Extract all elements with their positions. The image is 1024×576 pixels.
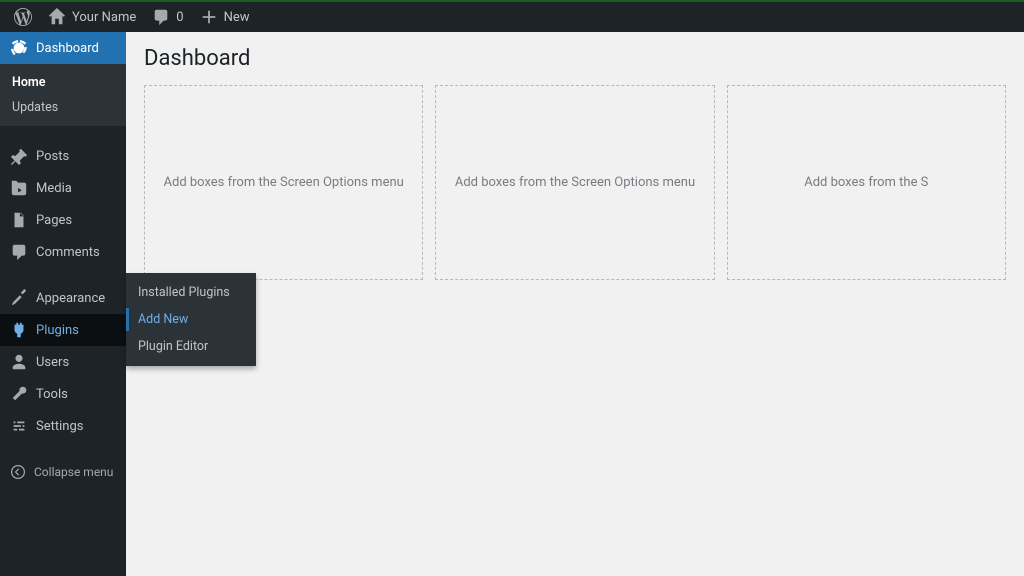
menu-appearance[interactable]: Appearance (0, 282, 126, 314)
admin-toolbar: Your Name 0 New (0, 0, 1024, 32)
comments-link[interactable]: 0 (144, 2, 191, 32)
menu-comments[interactable]: Comments (0, 236, 126, 268)
brush-icon (10, 289, 28, 307)
top-accent-bar (0, 0, 1024, 2)
menu-dashboard[interactable]: Dashboard (0, 32, 126, 64)
media-icon (10, 179, 28, 197)
dashboard-icon (10, 39, 28, 57)
comments-count: 0 (176, 10, 183, 25)
placeholder-hint: Add boxes from the Screen Options menu (455, 175, 695, 190)
flyout-plugin-editor[interactable]: Plugin Editor (126, 333, 256, 360)
comment-icon (152, 8, 170, 26)
user-icon (10, 353, 28, 371)
flyout-installed-plugins[interactable]: Installed Plugins (126, 279, 256, 306)
empty-widget-placeholder: Add boxes from the Screen Options menu (435, 85, 714, 280)
wp-logo-menu[interactable] (6, 2, 40, 32)
menu-plugins[interactable]: Plugins (0, 314, 126, 346)
wrench-icon (10, 385, 28, 403)
page-title: Dashboard (144, 46, 1006, 71)
submenu-updates[interactable]: Updates (0, 95, 126, 120)
menu-tools[interactable]: Tools (0, 378, 126, 410)
menu-posts[interactable]: Posts (0, 140, 126, 172)
admin-sidebar: Dashboard Home Updates Posts Media Pages… (0, 32, 126, 576)
submenu-dashboard: Home Updates (0, 64, 126, 126)
page-icon (10, 211, 28, 229)
new-content-link[interactable]: New (192, 2, 258, 32)
menu-posts-label: Posts (36, 149, 69, 164)
plugin-icon (10, 321, 28, 339)
menu-separator (0, 268, 126, 282)
submenu-home[interactable]: Home (0, 70, 126, 95)
menu-settings[interactable]: Settings (0, 410, 126, 442)
empty-widget-placeholder: Add boxes from the Screen Options menu (144, 85, 423, 280)
site-link[interactable]: Your Name (40, 2, 144, 32)
menu-appearance-label: Appearance (36, 291, 105, 306)
menu-settings-label: Settings (36, 419, 83, 434)
wordpress-icon (14, 8, 32, 26)
collapse-label: Collapse menu (34, 465, 113, 479)
sliders-icon (10, 417, 28, 435)
menu-media-label: Media (36, 181, 72, 196)
plugins-flyout: Installed Plugins Add New Plugin Editor (126, 273, 256, 366)
flyout-add-new[interactable]: Add New (126, 306, 256, 333)
pin-icon (10, 147, 28, 165)
collapse-menu[interactable]: Collapse menu (0, 456, 126, 488)
main-content: Dashboard Add boxes from the Screen Opti… (126, 32, 1024, 576)
empty-widget-placeholder: Add boxes from the S (727, 85, 1006, 280)
menu-media[interactable]: Media (0, 172, 126, 204)
placeholder-hint: Add boxes from the S (804, 175, 928, 190)
menu-users[interactable]: Users (0, 346, 126, 378)
menu-comments-label: Comments (36, 245, 100, 260)
menu-pages-label: Pages (36, 213, 72, 228)
menu-plugins-label: Plugins (36, 323, 79, 338)
home-icon (48, 8, 66, 26)
plus-icon (200, 8, 218, 26)
menu-dashboard-label: Dashboard (36, 41, 99, 56)
comments-icon (10, 243, 28, 261)
menu-pages[interactable]: Pages (0, 204, 126, 236)
menu-tools-label: Tools (36, 387, 68, 402)
new-label: New (224, 10, 250, 25)
collapse-icon (10, 464, 26, 480)
menu-separator (0, 126, 126, 140)
placeholder-hint: Add boxes from the Screen Options menu (164, 175, 404, 190)
dashboard-widget-area: Add boxes from the Screen Options menu A… (144, 85, 1006, 280)
menu-separator (0, 442, 126, 456)
menu-users-label: Users (36, 355, 69, 370)
site-name-label: Your Name (72, 10, 136, 25)
